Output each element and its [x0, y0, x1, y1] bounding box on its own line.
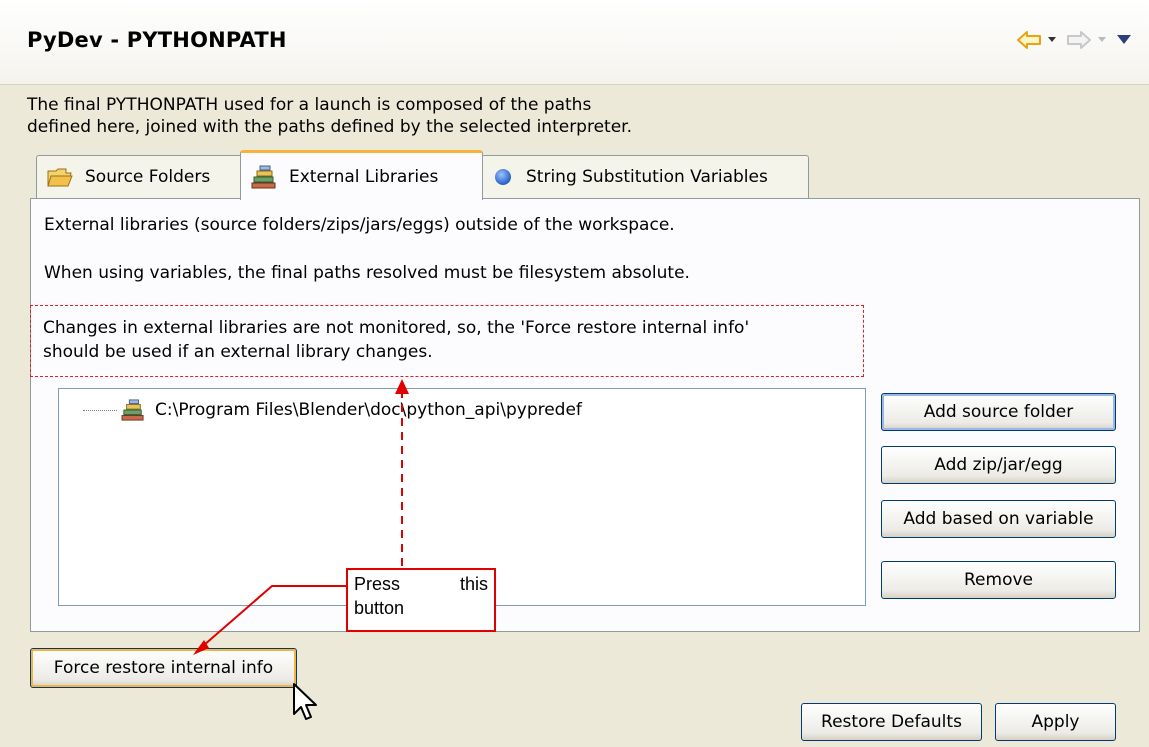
tree-item-label: C:\Program Files\Blender\doc\python_api\… [155, 400, 582, 420]
tab-source-folders[interactable]: Source Folders [36, 155, 242, 198]
chevron-down-icon [1098, 37, 1106, 43]
notice-line: Changes in external libraries are not mo… [43, 318, 750, 338]
library-icon [251, 165, 277, 189]
notice-line: should be used if an external library ch… [43, 342, 433, 362]
tab-label: External Libraries [289, 166, 439, 187]
tree-item[interactable]: C:\Program Files\Blender\doc\python_api\… [83, 399, 582, 421]
add-based-on-variable-button[interactable]: Add based on variable [881, 500, 1116, 538]
page-description: The final PYTHONPATH used for a launch i… [27, 94, 632, 138]
forward-dropdown[interactable] [1098, 26, 1106, 54]
apply-button[interactable]: Apply [995, 703, 1116, 741]
library-icon [121, 399, 145, 421]
description-line: defined here, joined with the paths defi… [27, 117, 633, 137]
tab-label: Source Folders [85, 167, 211, 187]
callout-word: Press [354, 574, 401, 594]
restore-defaults-button[interactable]: Restore Defaults [801, 703, 982, 741]
tab-label: String Substitution Variables [526, 167, 768, 187]
add-zip-jar-egg-button[interactable]: Add zip/jar/egg [881, 446, 1116, 484]
mouse-cursor-icon [293, 683, 317, 720]
callout-word: this [459, 574, 488, 594]
add-source-folder-button[interactable]: Add source folder [881, 393, 1116, 431]
remove-button[interactable]: Remove [881, 561, 1116, 599]
page-title: PyDev - PYTHONPATH [27, 28, 287, 52]
forward-button[interactable] [1066, 26, 1092, 54]
tab-string-substitution-variables[interactable]: String Substitution Variables [481, 155, 809, 198]
panel-variables-text: When using variables, the final paths re… [44, 263, 690, 283]
force-restore-internal-info-button[interactable]: Force restore internal info [30, 648, 297, 688]
callout-word: button [354, 598, 405, 618]
view-menu-button[interactable] [1117, 26, 1131, 54]
back-button[interactable] [1016, 26, 1042, 54]
callout-line: Press this [354, 572, 488, 596]
triangle-down-icon [1117, 35, 1131, 45]
chevron-down-icon [1048, 37, 1056, 43]
folder-icon [47, 166, 73, 188]
tab-external-libraries[interactable]: External Libraries [240, 150, 483, 200]
tree-connector [83, 409, 117, 411]
description-line: The final PYTHONPATH used for a launch i… [27, 95, 592, 115]
monitoring-notice: Changes in external libraries are not mo… [30, 305, 864, 377]
back-dropdown[interactable] [1048, 26, 1056, 54]
panel-info-text: External libraries (source folders/zips/… [44, 215, 675, 235]
callout-box: Press this button [346, 568, 496, 632]
arrow-right-icon [1066, 30, 1092, 50]
blue-dot-icon [492, 166, 514, 188]
arrow-left-icon [1016, 30, 1042, 50]
